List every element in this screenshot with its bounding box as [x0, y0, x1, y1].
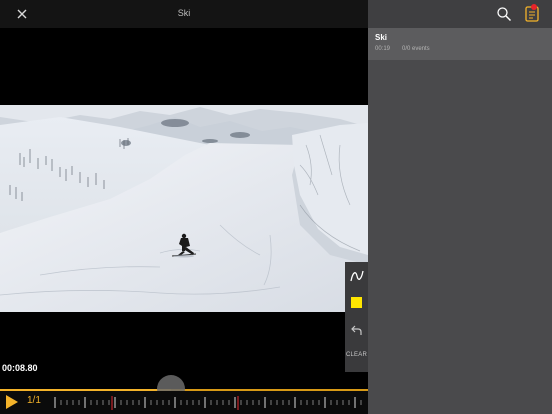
player-top-bar: Ski — [0, 0, 368, 28]
video-frame[interactable] — [0, 105, 368, 312]
panel-header — [368, 0, 552, 28]
drawing-tools: CLEAR — [345, 262, 368, 372]
notification-badge — [531, 4, 537, 10]
color-swatch — [351, 296, 362, 308]
playback-controls: 1/1 — [0, 391, 368, 414]
color-picker[interactable] — [345, 292, 368, 312]
clear-button[interactable]: CLEAR — [345, 348, 368, 362]
clip-list-item[interactable]: Ski 00:19 0/0 events — [368, 28, 552, 60]
undo-button[interactable] — [345, 318, 368, 342]
current-timecode: 00:08.80 — [2, 363, 38, 373]
freehand-draw-tool[interactable] — [345, 264, 368, 288]
playback-speed[interactable]: 1/1 — [27, 395, 41, 406]
search-icon[interactable] — [496, 6, 512, 22]
play-icon[interactable] — [5, 394, 19, 410]
clip-events: 0/0 events — [402, 46, 430, 52]
video-title: Ski — [177, 8, 191, 18]
frame-ruler[interactable] — [52, 394, 368, 412]
ski-slope-image — [0, 105, 368, 312]
clip-title: Ski — [375, 33, 388, 42]
undo-icon — [350, 325, 362, 335]
freehand-curve-icon — [349, 270, 364, 282]
clip-duration: 00:19 — [375, 46, 391, 52]
clips-panel: Ski 00:19 0/0 events — [368, 0, 552, 414]
